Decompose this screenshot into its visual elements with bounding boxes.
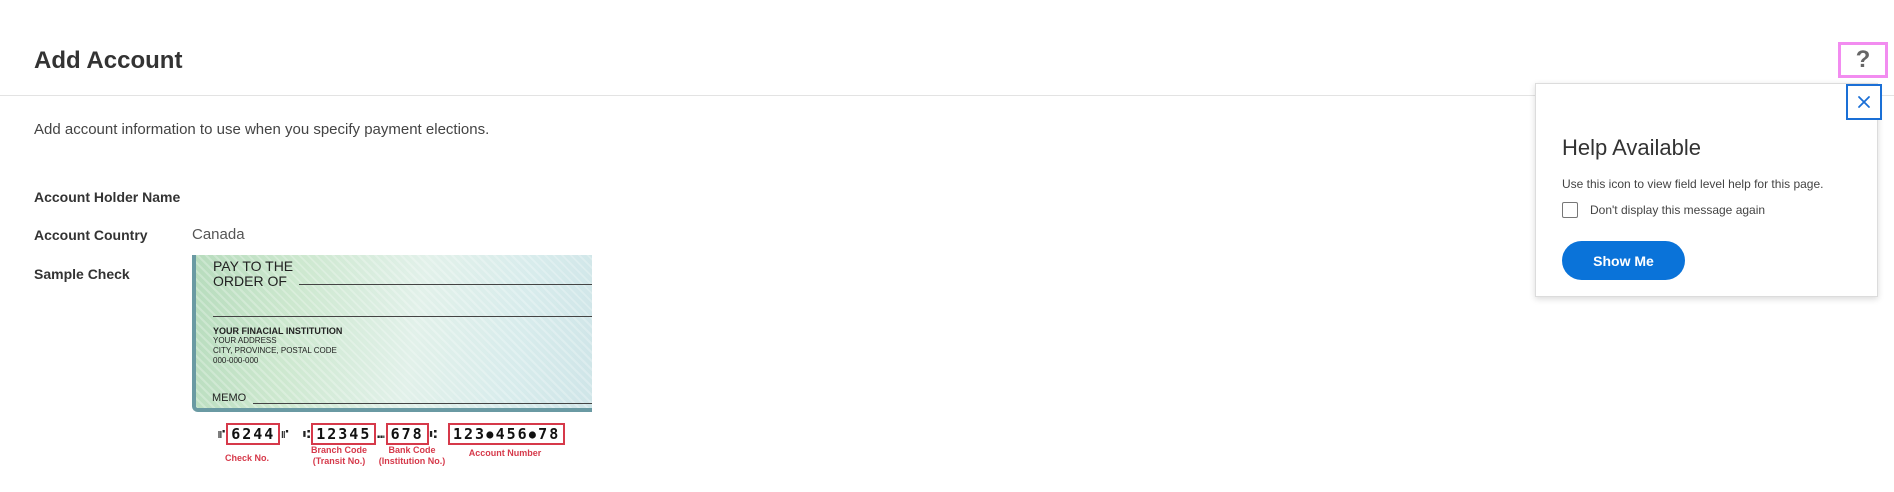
account-country-label: Account Country (34, 227, 148, 243)
check-payee-line (299, 284, 592, 285)
micr-on-us-symbol: ⑈ (218, 427, 226, 441)
popup-title: Help Available (1562, 135, 1702, 160)
popup-close-button[interactable] (1846, 84, 1882, 120)
caption-bank-line2: (Institution No.) (378, 456, 446, 466)
help-available-popup: Help Available Use this icon to view fie… (1535, 83, 1882, 297)
check-amount-line (213, 316, 592, 317)
caption-branch-line1: Branch Code (310, 445, 367, 455)
check-memo-line (253, 403, 592, 404)
micr-bank-box: 678 (385, 423, 429, 445)
check-pay-to-line1: PAY TO THE (213, 258, 294, 274)
micr-check-no: ⑈ 6244 ⑈ (217, 423, 290, 445)
check-bank-name: YOUR FINACIAL INSTITUTION (213, 326, 343, 336)
micr-branch-box: 12345 (311, 423, 377, 445)
dont-display-again-checkbox[interactable] (1562, 202, 1578, 218)
sample-check-label: Sample Check (34, 266, 130, 282)
account-country-value: Canada (192, 226, 245, 243)
micr-check-no-box: 6244 (226, 423, 281, 445)
caption-branch-line2: (Transit No.) (312, 456, 366, 466)
sample-check-image: PAY TO THE ORDER OF YOUR FINACIAL INSTIT… (192, 255, 592, 412)
check-bank-address: YOUR ADDRESS (213, 336, 277, 345)
micr-transit-symbol: ⑆ (429, 427, 437, 441)
check-memo: MEMO (212, 392, 247, 404)
page-header: Add Account ? (0, 0, 1894, 96)
check-pay-to: PAY TO THE ORDER OF (213, 259, 293, 289)
question-mark-icon: ? (1855, 46, 1871, 73)
intro-text: Add account information to use when you … (34, 121, 490, 138)
check-bank-info: YOUR FINACIAL INSTITUTION YOUR ADDRESS C… (213, 326, 342, 366)
micr-account-box: 123⦁456⦁78 (448, 423, 566, 445)
help-button[interactable]: ? (1838, 42, 1888, 78)
micr-on-us-symbol: ⑈ (281, 427, 289, 441)
micr-account: 123⦁456⦁78 (448, 423, 566, 445)
account-holder-name-label: Account Holder Name (34, 189, 181, 205)
check-pay-to-line2: ORDER OF (213, 273, 287, 289)
caption-account-number: Account Number (468, 448, 542, 458)
micr-transit: ⑆ 12345 ⑉ 678 ⑆ (302, 423, 438, 445)
caption-bank-line1: Bank Code (388, 445, 436, 455)
caption-branch-code: Branch Code (Transit No.) (304, 445, 374, 467)
micr-dash-symbol: ⑉ (377, 427, 385, 441)
popup-text: Use this icon to view field level help f… (1562, 177, 1824, 191)
caption-check-no: Check No. (224, 453, 269, 463)
caption-bank-code: Bank Code (Institution No.) (372, 445, 452, 467)
close-icon (1858, 96, 1870, 108)
page-title: Add Account (34, 47, 183, 74)
check-bank-city: CITY, PROVINCE, POSTAL CODE (213, 346, 337, 355)
check-bank-phone: 000-000-000 (213, 356, 259, 365)
show-me-button[interactable]: Show Me (1562, 241, 1685, 280)
micr-transit-symbol: ⑆ (303, 427, 311, 441)
dont-display-again-label: Don't display this message again (1590, 203, 1766, 217)
dont-display-again-option[interactable]: Don't display this message again (1562, 202, 1765, 218)
